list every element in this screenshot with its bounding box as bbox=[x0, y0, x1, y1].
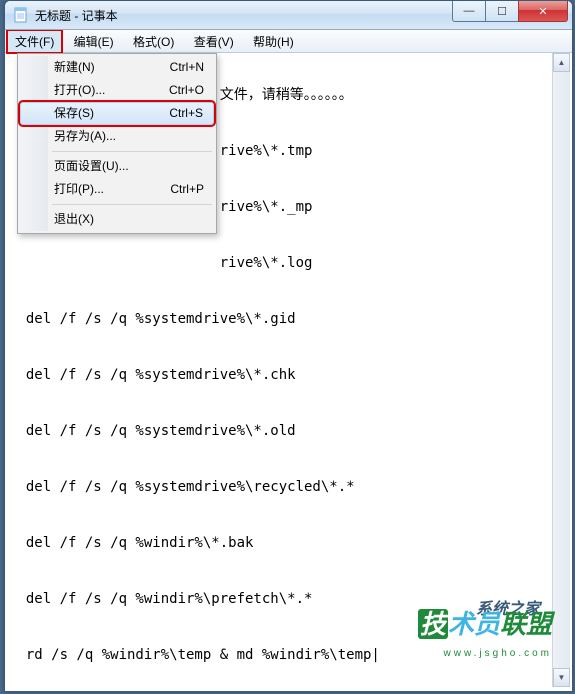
menu-item-label: 打开(O)... bbox=[54, 83, 105, 97]
menu-item-open[interactable]: 打开(O)... Ctrl+O bbox=[20, 79, 214, 102]
scroll-up-button[interactable]: ▲ bbox=[553, 53, 570, 72]
maximize-button[interactable]: ☐ bbox=[485, 1, 519, 22]
menu-file[interactable]: 文件(F) bbox=[7, 30, 62, 53]
minimize-button[interactable]: — bbox=[452, 1, 486, 22]
menu-help[interactable]: 帮助(H) bbox=[245, 30, 302, 53]
menu-item-save-as[interactable]: 另存为(A)... bbox=[20, 125, 214, 148]
close-button[interactable]: ✕ bbox=[518, 1, 568, 22]
notepad-icon bbox=[13, 7, 29, 23]
vertical-scrollbar[interactable]: ▲ ▼ bbox=[552, 53, 570, 687]
menu-item-shortcut: Ctrl+S bbox=[169, 103, 203, 124]
scroll-down-button[interactable]: ▼ bbox=[553, 668, 570, 687]
menu-edit[interactable]: 编辑(E) bbox=[66, 30, 122, 53]
menu-item-label: 另存为(A)... bbox=[54, 129, 116, 143]
menu-item-label: 新建(N) bbox=[54, 60, 95, 74]
menu-item-label: 打印(P)... bbox=[54, 182, 104, 196]
menu-separator bbox=[52, 151, 212, 152]
menu-separator bbox=[52, 204, 212, 205]
menu-view[interactable]: 查看(V) bbox=[186, 30, 242, 53]
menu-item-label: 页面设置(U)... bbox=[54, 159, 129, 173]
menu-item-print[interactable]: 打印(P)... Ctrl+P bbox=[20, 178, 214, 201]
menu-item-shortcut: Ctrl+P bbox=[170, 178, 204, 201]
menu-item-label: 保存(S) bbox=[54, 106, 94, 120]
window-controls: — ☐ ✕ bbox=[453, 1, 568, 22]
menu-item-new[interactable]: 新建(N) Ctrl+N bbox=[20, 56, 214, 79]
menu-item-save[interactable]: 保存(S) Ctrl+S bbox=[20, 102, 214, 125]
menubar: 文件(F) 编辑(E) 格式(O) 查看(V) 帮助(H) bbox=[5, 30, 572, 53]
window-title: 无标题 - 记事本 bbox=[35, 7, 118, 24]
notepad-window: 无标题 - 记事本 — ☐ ✕ 文件(F) 编辑(E) 格式(O) 查看(V) … bbox=[4, 0, 573, 692]
menu-format[interactable]: 格式(O) bbox=[125, 30, 182, 53]
menu-item-shortcut: Ctrl+N bbox=[170, 56, 204, 79]
titlebar[interactable]: 无标题 - 记事本 — ☐ ✕ bbox=[5, 1, 572, 30]
menu-item-shortcut: Ctrl+O bbox=[169, 79, 204, 102]
menu-item-page-setup[interactable]: 页面设置(U)... bbox=[20, 155, 214, 178]
file-menu-dropdown: 新建(N) Ctrl+N 打开(O)... Ctrl+O 保存(S) Ctrl+S 另… bbox=[17, 53, 217, 234]
menu-item-exit[interactable]: 退出(X) bbox=[20, 208, 214, 231]
menu-item-label: 退出(X) bbox=[54, 212, 94, 226]
